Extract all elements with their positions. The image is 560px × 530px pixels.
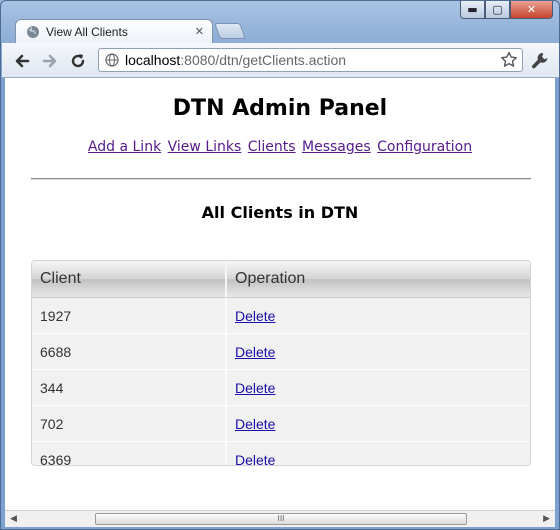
table-row: 6369 Delete	[32, 442, 530, 466]
address-bar[interactable]: localhost:8080/dtn/getClients.action	[98, 48, 523, 72]
table-row: 702 Delete	[32, 406, 530, 442]
scrollbar-thumb[interactable]: III	[95, 513, 467, 525]
tab-close-icon[interactable]: ✕	[195, 25, 204, 38]
table-row: 1927 Delete	[32, 298, 530, 334]
horizontal-scrollbar[interactable]: ◀ III ▶	[5, 510, 555, 527]
nav-link-add-a-link[interactable]: Add a Link	[88, 139, 161, 155]
admin-nav: Add a Link View Links Clients Messages C…	[5, 139, 555, 155]
wrench-icon[interactable]	[530, 51, 550, 71]
delete-link[interactable]: Delete	[235, 308, 275, 324]
delete-link[interactable]: Delete	[235, 344, 275, 360]
column-header-operation: Operation	[227, 261, 530, 298]
page-viewport: DTN Admin Panel Add a Link View Links Cl…	[5, 78, 555, 510]
forward-button[interactable]	[40, 51, 60, 71]
back-arrow-icon	[15, 54, 30, 68]
delete-link[interactable]: Delete	[235, 416, 275, 432]
back-button[interactable]	[12, 51, 32, 71]
nav-link-messages[interactable]: Messages	[302, 139, 371, 155]
nav-link-view-links[interactable]: View Links	[168, 139, 242, 155]
delete-link[interactable]: Delete	[235, 452, 275, 466]
client-id: 344	[32, 370, 227, 406]
reload-icon	[71, 54, 85, 68]
scroll-left-icon[interactable]: ◀	[10, 514, 17, 524]
section-title: All Clients in DTN	[201, 203, 359, 222]
client-id: 702	[32, 406, 227, 442]
delete-link[interactable]: Delete	[235, 380, 275, 396]
client-id: 6369	[32, 442, 227, 465]
tab-strip: View All Clients ✕	[9, 17, 549, 43]
browser-toolbar: localhost:8080/dtn/getClients.action	[2, 43, 559, 78]
reload-button[interactable]	[68, 51, 88, 71]
client-id: 6688	[32, 334, 227, 370]
globe-icon	[105, 53, 119, 67]
nav-link-clients[interactable]: Clients	[248, 139, 296, 155]
table-row: 344 Delete	[32, 370, 530, 406]
clients-table: Client Operation 1927 Delete 6688 Delete…	[31, 260, 531, 466]
client-id: 1927	[32, 298, 227, 334]
divider	[31, 178, 531, 180]
browser-window: ▬ ▢ ✕ View All Clients ✕ localhost:8080/…	[0, 0, 560, 530]
forward-arrow-icon	[42, 54, 57, 68]
tab-title: View All Clients	[46, 24, 128, 39]
globe-icon	[27, 25, 39, 38]
star-icon[interactable]	[500, 51, 518, 69]
nav-link-configuration[interactable]: Configuration	[377, 139, 472, 155]
table-header-row: Client Operation	[32, 261, 530, 298]
table-row: 6688 Delete	[32, 334, 530, 370]
tab-view-all-clients[interactable]: View All Clients ✕	[15, 19, 213, 43]
page-title: DTN Admin Panel	[172, 96, 388, 121]
scroll-right-icon[interactable]: ▶	[543, 514, 550, 524]
new-tab-button[interactable]	[214, 23, 246, 39]
url-text: localhost:8080/dtn/getClients.action	[125, 52, 347, 68]
column-header-client: Client	[32, 261, 227, 298]
